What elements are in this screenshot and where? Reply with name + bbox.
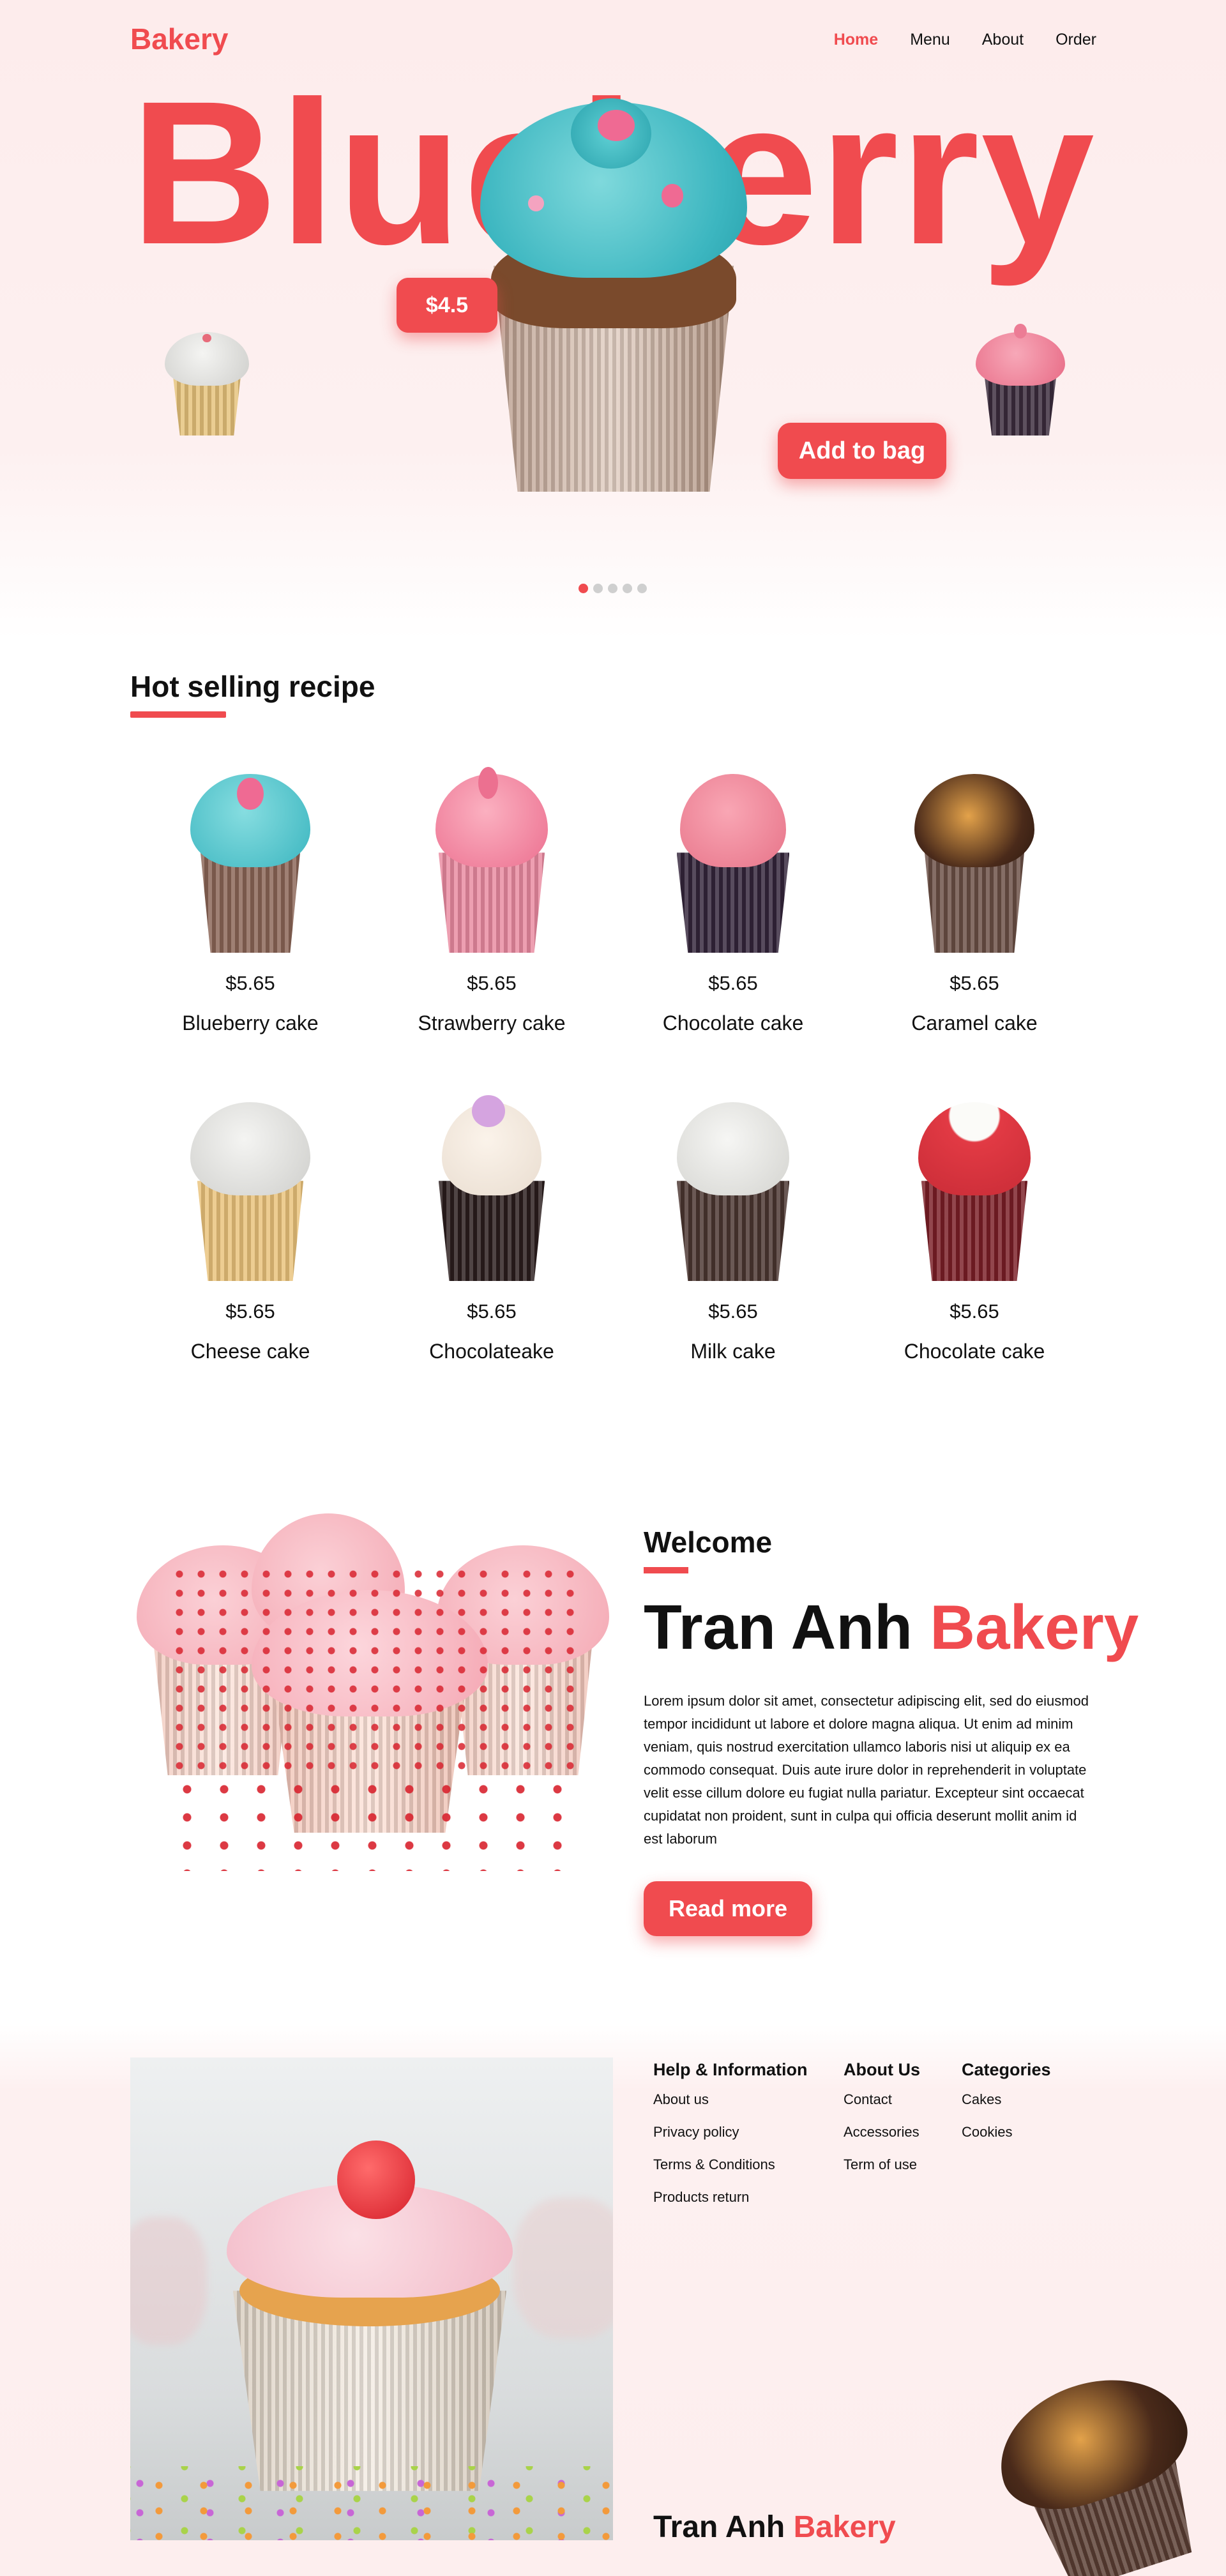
- carousel-dots: [579, 584, 647, 593]
- footer-column-about: About Us Contact Accessories Term of use: [844, 2060, 920, 2189]
- carousel-dot-4[interactable]: [623, 584, 632, 593]
- sprinkle-pink: [662, 184, 683, 208]
- welcome-brand-title: Tran Anh Bakery: [644, 1591, 1139, 1663]
- product-card[interactable]: $5.65 Chocolate cake: [637, 774, 829, 1035]
- product-image: [891, 774, 1057, 953]
- product-image: [409, 766, 575, 953]
- product-price: $5.65: [950, 972, 999, 994]
- footer-link-privacy-policy[interactable]: Privacy policy: [653, 2124, 808, 2140]
- footer-column-title: About Us: [844, 2060, 920, 2079]
- product-image: [167, 774, 333, 953]
- hero-price-badge: $4.5: [397, 278, 497, 333]
- product-price: $5.65: [950, 1300, 999, 1322]
- sprinkle-pink: [528, 195, 545, 211]
- product-image: [650, 774, 816, 953]
- product-name: Caramel cake: [911, 1011, 1038, 1034]
- product-card[interactable]: $5.65 Cheese cake: [155, 1102, 346, 1363]
- carousel-dot-3[interactable]: [608, 584, 617, 593]
- welcome-label: Welcome: [644, 1526, 773, 1559]
- product-price: $5.65: [225, 1300, 275, 1322]
- carousel-dot-1[interactable]: [579, 584, 588, 593]
- footer-brand-main: Tran Anh: [653, 2510, 785, 2544]
- footer-link-accessories[interactable]: Accessories: [844, 2124, 920, 2140]
- footer-link-cookies[interactable]: Cookies: [962, 2124, 1051, 2140]
- hot-selling-title: Hot selling recipe: [130, 670, 375, 703]
- product-price: $5.65: [225, 972, 275, 994]
- carousel-dot-2[interactable]: [593, 584, 603, 593]
- product-price: $5.65: [467, 972, 517, 994]
- footer-column-help: Help & Information About us Privacy poli…: [653, 2060, 808, 2222]
- welcome-description: Lorem ipsum dolor sit amet, consectetur …: [644, 1693, 1089, 1847]
- hero-section: Bakery Home Menu About Order Blueberry $…: [0, 0, 1226, 639]
- product-image: [409, 1095, 575, 1281]
- product-name: Blueberry cake: [182, 1011, 319, 1034]
- footer-column-title: Help & Information: [653, 2060, 808, 2079]
- add-to-bag-button[interactable]: Add to bag: [778, 423, 946, 479]
- sprinkle-pink: [597, 110, 635, 141]
- product-image: [891, 1102, 1057, 1281]
- product-name: Chocolate cake: [662, 1011, 804, 1034]
- footer-column-categories: Categories Cakes Cookies: [962, 2060, 1051, 2156]
- footer-link-cakes[interactable]: Cakes: [962, 2091, 1051, 2108]
- nav-menu[interactable]: Menu: [910, 31, 950, 49]
- footer-link-term-of-use[interactable]: Term of use: [844, 2156, 920, 2173]
- product-price: $5.65: [467, 1300, 517, 1322]
- welcome-cupcakes-image: [130, 1513, 616, 1890]
- product-name: Strawberry cake: [418, 1011, 566, 1034]
- product-name: Chocolateake: [429, 1340, 554, 1363]
- nav-order[interactable]: Order: [1056, 31, 1096, 49]
- product-card[interactable]: $5.65 Strawberry cake: [396, 766, 587, 1035]
- footer-link-about-us[interactable]: About us: [653, 2091, 808, 2108]
- hot-selling-underline: [130, 711, 226, 718]
- product-name: Milk cake: [690, 1340, 776, 1363]
- main-nav: Home Menu About Order: [834, 31, 1096, 49]
- product-card[interactable]: $5.65 Milk cake: [637, 1102, 829, 1363]
- logo[interactable]: Bakery: [130, 22, 228, 56]
- product-card[interactable]: $5.65 Chocolateake: [396, 1095, 587, 1363]
- nav-home[interactable]: Home: [834, 31, 878, 49]
- footer-column-title: Categories: [962, 2060, 1051, 2079]
- product-image: [650, 1102, 816, 1281]
- product-card[interactable]: $5.65 Chocolate cake: [879, 1102, 1070, 1363]
- read-more-button[interactable]: Read more: [644, 1881, 812, 1936]
- footer-link-terms[interactable]: Terms & Conditions: [653, 2156, 808, 2173]
- hero-side-cupcake-left[interactable]: [165, 332, 249, 436]
- hero-side-cupcake-right[interactable]: [976, 324, 1065, 436]
- carousel-dot-5[interactable]: [637, 584, 647, 593]
- product-price: $5.65: [708, 972, 758, 994]
- product-name: Cheese cake: [190, 1340, 310, 1363]
- footer-link-products-return[interactable]: Products return: [653, 2189, 808, 2206]
- product-name: Chocolate cake: [904, 1340, 1045, 1363]
- product-price: $5.65: [708, 1300, 758, 1322]
- footer-brand-accent: Bakery: [793, 2510, 896, 2544]
- brand-name-accent: Bakery: [930, 1592, 1139, 1662]
- footer-link-contact[interactable]: Contact: [844, 2091, 920, 2108]
- footer-cupcake-photo: [130, 2057, 613, 2540]
- brand-name-main: Tran Anh: [644, 1592, 913, 1662]
- hero-cupcake-image: [480, 98, 747, 492]
- nav-about[interactable]: About: [982, 31, 1024, 49]
- welcome-underline: [644, 1567, 688, 1573]
- product-card[interactable]: $5.65 Caramel cake: [879, 774, 1070, 1035]
- product-image: [167, 1102, 333, 1281]
- footer-brand: Tran Anh Bakery: [653, 2510, 896, 2545]
- product-card[interactable]: $5.65 Blueberry cake: [155, 774, 346, 1035]
